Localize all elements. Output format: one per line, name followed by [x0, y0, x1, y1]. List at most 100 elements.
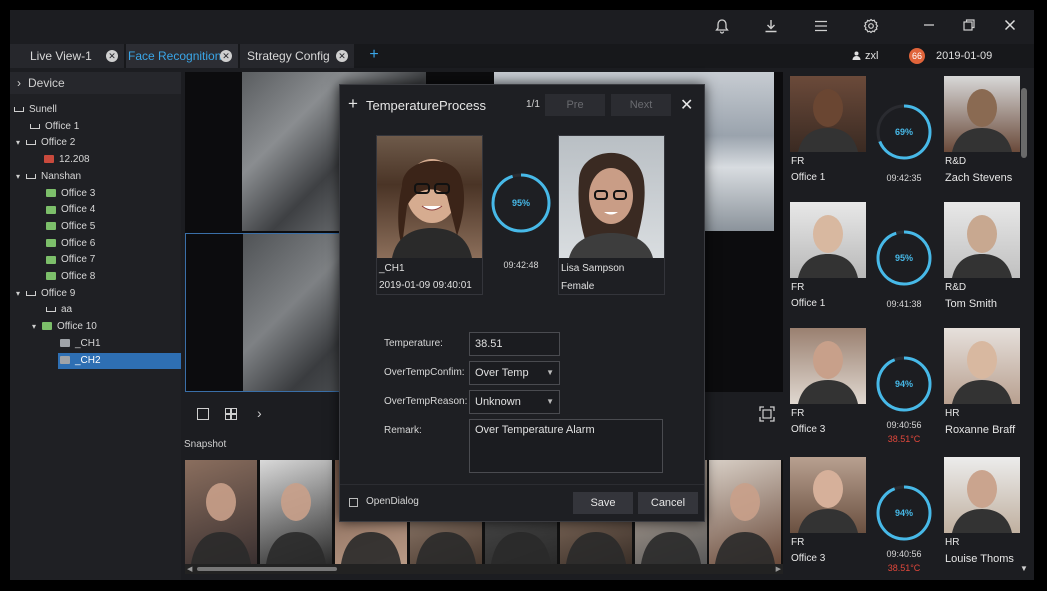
device-header[interactable]: › Device: [10, 72, 181, 94]
grid-view-icon[interactable]: [225, 408, 237, 420]
expand-arrow-icon[interactable]: ▾: [32, 319, 42, 335]
gear-icon[interactable]: [862, 18, 880, 36]
user-name: zxl: [865, 50, 879, 62]
over-temp-confirm-select[interactable]: Over Temp ▼: [469, 361, 560, 385]
match-percent: 94%: [894, 508, 913, 518]
capture-photo[interactable]: [790, 76, 866, 152]
tree-item[interactable]: 12.208: [10, 152, 90, 168]
snapshot-thumbnail[interactable]: [260, 460, 332, 564]
expand-arrow-icon[interactable]: ▾: [16, 286, 26, 302]
expand-arrow-icon[interactable]: ▾: [16, 169, 26, 185]
snapshot-thumbnail[interactable]: [185, 460, 257, 564]
tree-item[interactable]: _CH1: [10, 336, 101, 352]
restore-icon[interactable]: [960, 18, 978, 36]
tree-item[interactable]: Office 4: [10, 202, 95, 218]
tree-item-label: Nanshan: [41, 170, 82, 182]
recognition-record[interactable]: FR Office 1 69% 09:42:35 R&D Zach Stevens: [790, 76, 1022, 194]
close-icon[interactable]: [1001, 18, 1019, 36]
tree-item[interactable]: _CH2: [58, 352, 181, 369]
download-icon[interactable]: [762, 18, 780, 36]
prev-button[interactable]: Pre: [545, 94, 605, 116]
tab-label: Face Recognition: [128, 49, 222, 63]
select-value: Unknown: [475, 396, 521, 408]
tab-face-recognition[interactable]: Face Recognition ✕: [126, 44, 238, 68]
tree-item[interactable]: Office 6: [10, 236, 95, 252]
capture-photo[interactable]: [790, 328, 866, 404]
tree-item-label: _CH1: [75, 337, 101, 349]
camera-icon: [60, 355, 70, 364]
match-percent: 69%: [894, 127, 913, 137]
user-indicator[interactable]: zxl: [852, 44, 878, 68]
tab-live-view[interactable]: Live View-1 ✕: [10, 44, 124, 68]
fullscreen-icon[interactable]: [759, 406, 775, 422]
over-temp-reason-select[interactable]: Unknown ▼: [469, 390, 560, 414]
recognition-record[interactable]: FR Office 1 95% 09:41:38 R&D Tom Smith: [790, 202, 1022, 320]
cancel-button[interactable]: Cancel: [638, 492, 698, 514]
record-person-dept: R&D: [945, 282, 967, 293]
save-button[interactable]: Save: [573, 492, 633, 514]
tree-item[interactable]: aa: [10, 302, 72, 318]
remark-textarea[interactable]: Over Temperature Alarm: [469, 419, 663, 473]
capture-channel: _CH1: [379, 263, 405, 274]
match-percent: 95%: [894, 253, 913, 263]
match-time: 09:42:48: [503, 260, 539, 270]
match-percent: 95%: [511, 198, 530, 208]
record-location: Office 1: [791, 172, 826, 183]
tree-item[interactable]: ▾ Office 10: [10, 319, 97, 335]
profile-photo[interactable]: [944, 328, 1020, 404]
temperature-input[interactable]: 38.51: [469, 332, 560, 356]
capture-photo[interactable]: [790, 202, 866, 278]
add-tab-button[interactable]: +: [366, 44, 382, 68]
tree-item[interactable]: Office 1: [10, 119, 79, 135]
tab-close-icon[interactable]: ✕: [220, 50, 232, 62]
tab-label: Strategy Config: [247, 49, 330, 63]
open-dialog-checkbox[interactable]: [349, 498, 358, 507]
profile-photo[interactable]: [944, 457, 1020, 533]
profile-photo[interactable]: [944, 76, 1020, 152]
tree-item[interactable]: ▾ Office 2: [10, 135, 75, 151]
snapshot-thumbnail[interactable]: [709, 460, 781, 564]
recognition-record[interactable]: FR Office 3 94% 09:40:56 38.51°C HR Louise Tho…: [790, 457, 1022, 575]
tree-item[interactable]: Office 7: [10, 252, 95, 268]
minimize-icon[interactable]: [920, 18, 938, 36]
record-person-name: Roxanne Braff: [945, 424, 1016, 436]
caret-down-icon: ▼: [546, 397, 554, 406]
record-time: 09:42:35: [886, 173, 922, 183]
camera-icon: [46, 238, 56, 247]
tree-item[interactable]: Office 8: [10, 269, 95, 285]
next-button[interactable]: Next: [611, 94, 671, 116]
scroll-down-icon[interactable]: ▼: [1020, 564, 1028, 573]
bell-icon[interactable]: [713, 18, 731, 36]
tab-close-icon[interactable]: ✕: [106, 50, 118, 62]
tab-strategy-config[interactable]: Strategy Config ✕: [240, 44, 354, 68]
single-view-icon[interactable]: [197, 408, 209, 420]
record-location: Office 1: [791, 298, 826, 309]
profile-photo[interactable]: [944, 202, 1020, 278]
device-sidebar: › Device Sunell Office 1 ▾ Office 2 12.208 ▾ Na…: [10, 72, 181, 580]
tree-item[interactable]: Office 3: [10, 186, 95, 202]
tree-item-label: aa: [61, 304, 73, 316]
scrollbar-thumb[interactable]: [197, 567, 337, 571]
recognition-record[interactable]: FR Office 3 94% 09:40:56 38.51°C HR Roxanne Br…: [790, 328, 1022, 446]
record-location: Office 3: [791, 424, 826, 435]
tree-item-label: Office 4: [61, 204, 96, 216]
tree-item[interactable]: ▾ Nanshan: [10, 169, 81, 185]
expand-arrow-icon[interactable]: ▾: [16, 135, 26, 151]
menu-icon[interactable]: [812, 18, 830, 36]
records-scrollbar[interactable]: [1021, 88, 1027, 158]
tree-item[interactable]: Sunell: [10, 102, 57, 118]
dialog-close-icon[interactable]: ✕: [680, 95, 693, 115]
notification-badge[interactable]: 66: [909, 48, 925, 64]
capture-photo[interactable]: [790, 457, 866, 533]
org-tree-icon: [26, 290, 36, 296]
chevron-right-icon[interactable]: ›: [257, 405, 262, 421]
temperature-label: Temperature:: [384, 338, 443, 349]
tree-item[interactable]: Office 5: [10, 219, 95, 235]
capture-time: 2019-01-09 09:40:01: [379, 280, 472, 291]
tab-close-icon[interactable]: ✕: [336, 50, 348, 62]
snapshot-scrollbar[interactable]: ◀ ▶: [185, 564, 783, 574]
record-dept: FR: [791, 282, 805, 293]
dialog-title: TemperatureProcess: [366, 98, 486, 113]
record-dept: FR: [791, 408, 805, 419]
tree-item[interactable]: ▾ Office 9: [10, 286, 75, 302]
